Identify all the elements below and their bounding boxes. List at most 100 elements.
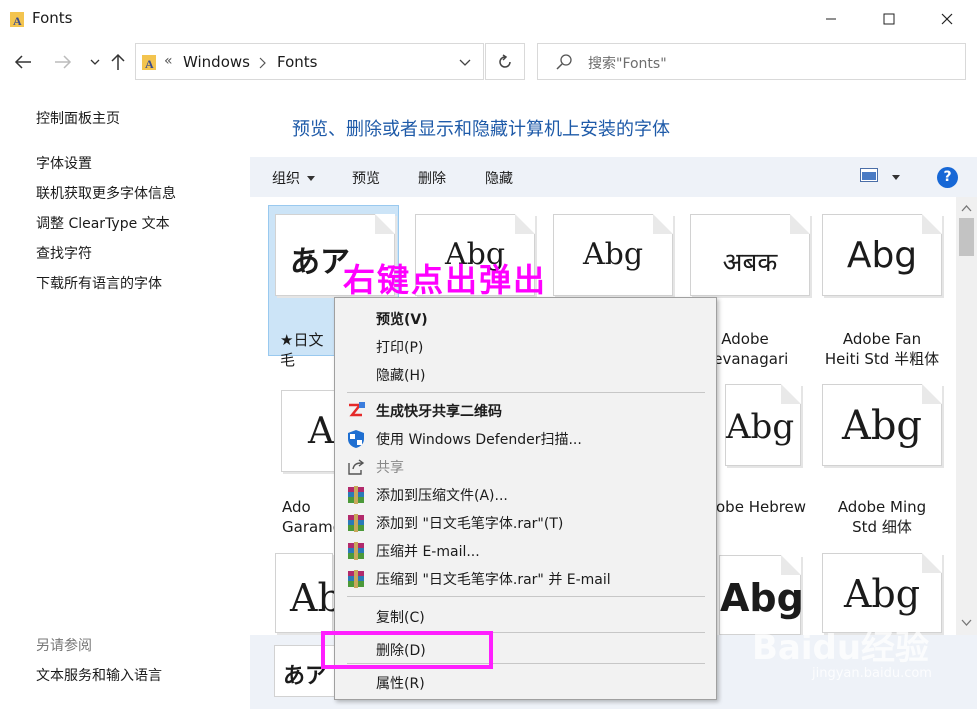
font-sample: Abg: [841, 403, 923, 449]
menu-separator: [347, 596, 705, 597]
delete-button[interactable]: 删除: [418, 168, 446, 188]
qr-share-icon: [349, 402, 365, 417]
svg-text:A: A: [145, 57, 154, 71]
cleartype-link[interactable]: 调整 ClearType 文本: [36, 213, 170, 233]
chevron-down-icon: [90, 59, 100, 65]
fonts-folder-icon: A: [142, 55, 156, 71]
watermark-logo: Baidu经验: [752, 628, 930, 668]
menu-item-defender-scan[interactable]: 使用 Windows Defender扫描...: [376, 429, 582, 449]
scroll-up-icon[interactable]: [956, 201, 977, 217]
annotation-label: 右键点出弹出: [343, 261, 548, 299]
menu-item-properties[interactable]: 属性(R): [376, 673, 425, 693]
page-title: 预览、删除或者显示和隐藏计算机上安装的字体: [292, 119, 670, 140]
font-caption: ★日文毛: [280, 331, 324, 369]
fonts-folder-icon: A: [10, 12, 24, 28]
page-fold: [653, 214, 673, 234]
font-tile[interactable]: Abg: [822, 384, 942, 466]
caret-down-icon: [307, 176, 316, 181]
winrar-icon: [348, 570, 364, 588]
page-fold: [375, 214, 395, 234]
preview-button[interactable]: 预览: [352, 168, 380, 188]
font-sample: Abg: [582, 237, 644, 272]
vertical-scrollbar[interactable]: [956, 197, 977, 635]
search-input[interactable]: 搜索"Fonts": [588, 53, 667, 73]
maximize-button[interactable]: [860, 0, 918, 38]
font-caption: Ado Garamo: [282, 498, 342, 536]
find-character-link[interactable]: 查找字符: [36, 243, 92, 263]
search-icon: [556, 54, 572, 70]
breadcrumb-windows[interactable]: Windows: [183, 53, 250, 71]
font-sample: Abg: [843, 572, 921, 616]
font-sample: Abg: [726, 407, 795, 447]
recent-locations-button[interactable]: [84, 50, 106, 74]
font-sample: Abg: [846, 235, 918, 276]
organize-button[interactable]: 组织: [272, 168, 316, 188]
menu-item-zip-email[interactable]: 压缩并 E-mail...: [376, 541, 480, 561]
close-icon: [941, 13, 953, 25]
breadcrumb-overflow[interactable]: «: [164, 53, 173, 69]
font-sample: Ab: [290, 576, 342, 620]
delete-highlight-box: [321, 631, 493, 669]
font-caption: obe Hebrew: [716, 498, 807, 516]
winrar-icon: [348, 542, 364, 560]
control-panel-home-link[interactable]: 控制面板主页: [36, 108, 120, 128]
view-icon: [860, 168, 878, 182]
menu-separator: [347, 392, 705, 393]
forward-button[interactable]: [52, 50, 74, 74]
font-tile[interactable]: Abg: [548, 214, 673, 305]
up-button[interactable]: [107, 50, 129, 74]
download-fonts-link[interactable]: 下载所有语言的字体: [36, 273, 162, 293]
menu-item-copy[interactable]: 复制(C): [376, 607, 425, 627]
watermark-url: jingyan.baidu.com: [812, 666, 932, 681]
chevron-down-icon[interactable]: [458, 53, 472, 71]
menu-item-zip-rar-email[interactable]: 压缩到 "日文毛笔字体.rar" 并 E-mail: [376, 569, 611, 589]
share-icon: [348, 459, 365, 475]
font-tile[interactable]: अबक: [685, 214, 810, 305]
close-button[interactable]: [918, 0, 976, 38]
svg-text:A: A: [13, 14, 22, 28]
menu-item-add-rar[interactable]: 添加到 "日文毛笔字体.rar"(T): [376, 513, 563, 533]
chevron-right-icon[interactable]: [259, 56, 267, 74]
organize-label: 组织: [272, 171, 300, 187]
refresh-button[interactable]: [485, 43, 525, 80]
maximize-icon: [883, 13, 895, 25]
view-options-button[interactable]: [860, 168, 901, 186]
page-fold: [922, 214, 942, 234]
page-fold: [515, 214, 535, 234]
help-icon[interactable]: ?: [937, 167, 958, 188]
text-services-link[interactable]: 文本服务和输入语言: [36, 665, 162, 685]
shield-icon: [348, 430, 364, 448]
caret-down-icon: [892, 175, 901, 180]
scroll-down-icon[interactable]: [956, 615, 977, 631]
font-tile[interactable]: Abg: [720, 384, 842, 475]
back-button[interactable]: [12, 50, 34, 74]
minimize-button[interactable]: [802, 0, 860, 38]
online-font-info-link[interactable]: 联机获取更多字体信息: [36, 183, 176, 203]
menu-item-preview[interactable]: 预览(V): [376, 309, 428, 329]
font-tile[interactable]: A: [276, 390, 398, 481]
menu-item-add-archive[interactable]: 添加到压缩文件(A)...: [376, 485, 508, 505]
menu-item-qr-share[interactable]: 生成快牙共享二维码: [376, 401, 502, 421]
menu-item-share[interactable]: 共享: [376, 457, 404, 477]
menu-item-print[interactable]: 打印(P): [376, 337, 423, 357]
page-fold: [922, 553, 942, 573]
page-fold: [790, 214, 810, 234]
page-fold: [922, 384, 942, 404]
page-fold: [781, 384, 801, 404]
see-also-heading: 另请参阅: [36, 638, 92, 654]
font-caption: Adobe Ming Std 细体: [837, 498, 927, 536]
font-sample: अबक: [722, 248, 778, 278]
font-settings-link[interactable]: 字体设置: [36, 153, 92, 173]
font-tile[interactable]: Abg: [822, 214, 942, 296]
font-sample: A: [308, 411, 334, 452]
window-title: Fonts: [32, 9, 73, 27]
font-tile[interactable]: Ab: [275, 553, 342, 633]
winrar-icon: [348, 486, 364, 504]
address-bar[interactable]: A « Windows Fonts: [135, 43, 484, 80]
hide-button[interactable]: 隐藏: [485, 168, 513, 188]
breadcrumb-fonts[interactable]: Fonts: [277, 53, 317, 71]
menu-item-hide[interactable]: 隐藏(H): [376, 365, 425, 385]
search-box[interactable]: 搜索"Fonts": [537, 43, 966, 80]
font-sample: Abg: [720, 576, 804, 620]
scroll-thumb[interactable]: [959, 218, 974, 256]
